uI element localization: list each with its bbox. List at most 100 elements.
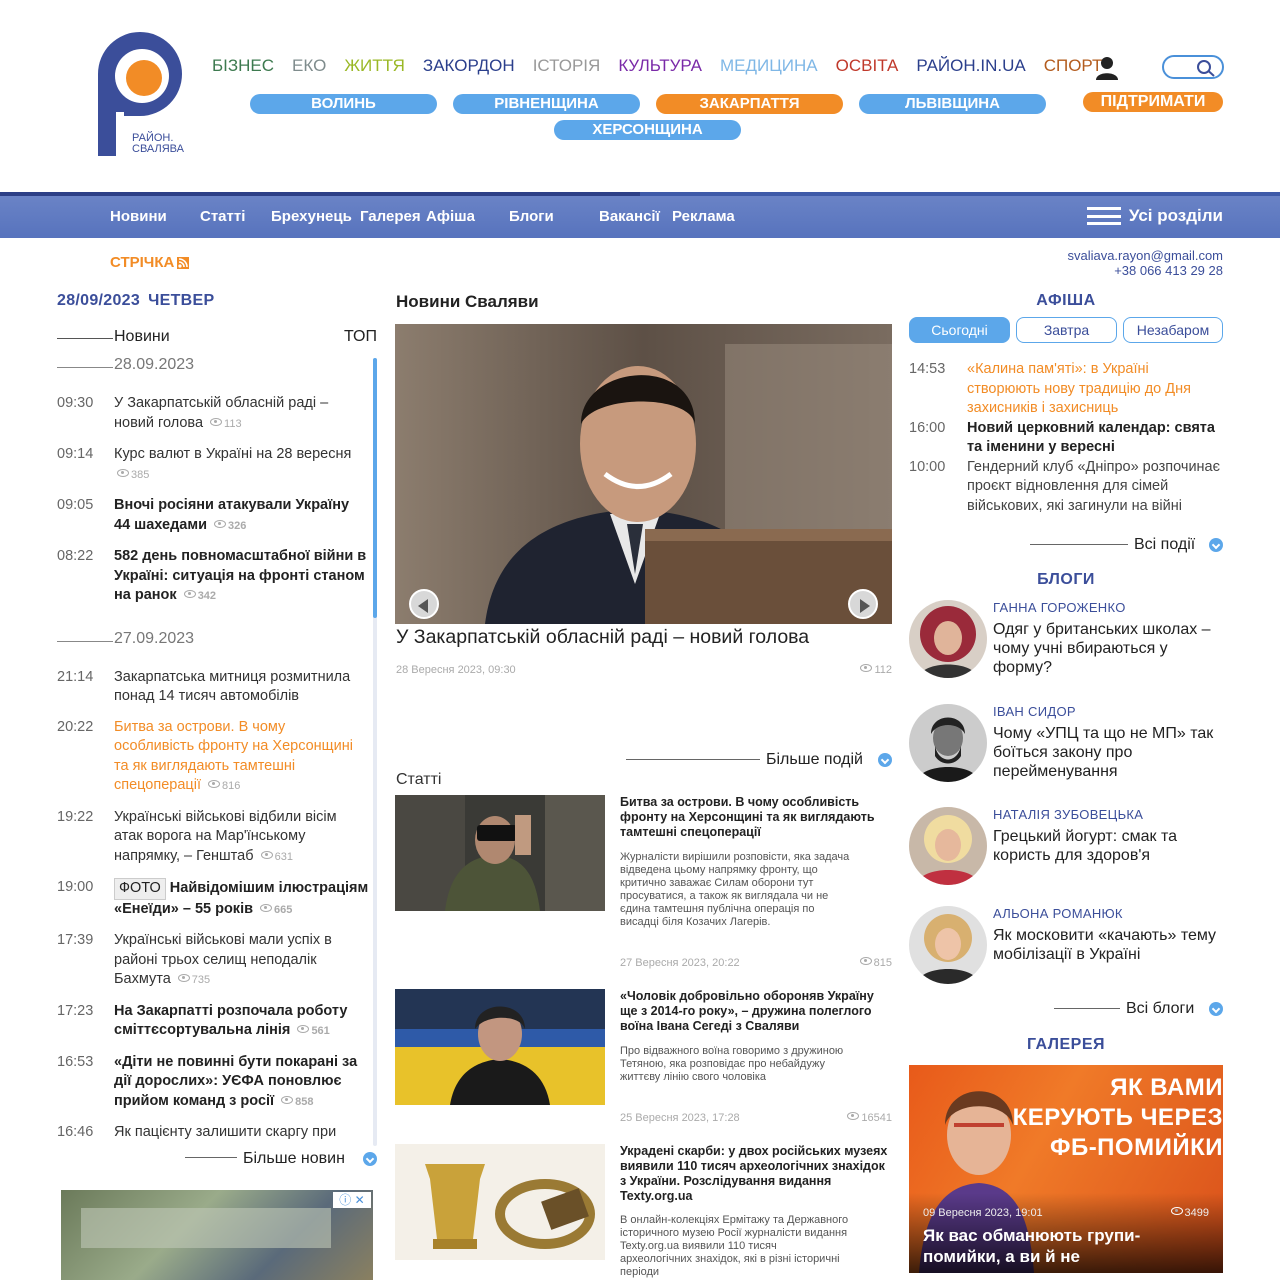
hero-headline[interactable]: У Закарпатській обласній раді – новий го… [396,626,809,649]
avatar [909,807,987,885]
nav-vacancies[interactable]: Вакансії [599,208,672,225]
eye-icon [208,780,221,788]
feed-item[interactable]: 09:05 Вночі росіяни атакували Україну 44 … [57,496,369,536]
category-sport[interactable]: СПОРТ [1044,56,1103,76]
category-rayon[interactable]: РАЙОН.IN.UA [916,56,1025,76]
region-volyn[interactable]: ВОЛИНЬ [250,94,437,114]
blog-title[interactable]: Чому «УПЦ та що не МП» так боїться закон… [993,724,1223,781]
category-menu: БІЗНЕС ЕКО ЖИТТЯ ЗАКОРДОН ІСТОРІЯ КУЛЬТУ… [212,56,1102,76]
event-item[interactable]: 16:00 Новий церковний календар: свята та… [909,419,1223,458]
article-card[interactable]: «Чоловік добровільно обороняв Україну ще… [395,989,892,1129]
article-card[interactable]: Битва за острови. В чому особливість фро… [395,795,892,975]
user-icon[interactable] [1096,56,1118,80]
all-sections-button[interactable]: Усі розділи [1086,206,1223,226]
slider-prev-button[interactable] [409,589,439,619]
tab-soon[interactable]: Незабаром [1123,317,1223,343]
nav-advertising[interactable]: Реклама [672,208,752,225]
feed-item-title[interactable]: Курс валют в Україні на 28 вересня 385 [114,445,369,485]
slider-next-button[interactable] [848,589,878,619]
category-abroad[interactable]: ЗАКОРДОН [423,56,515,76]
tab-tomorrow[interactable]: Завтра [1016,317,1117,343]
feed-item[interactable]: 17:23 На Закарпатті розпочала роботу сміт… [57,1002,369,1042]
feed-item-title[interactable]: На Закарпатті розпочала роботу сміттєсор… [114,1002,369,1042]
nav-articles[interactable]: Статті [200,208,271,225]
blog-item[interactable]: НАТАЛІЯ ЗУБОВЕЦЬКА Грецький йогурт: смак… [909,807,1223,897]
more-news-link[interactable]: Більше новин [185,1150,377,1168]
feed-item-title[interactable]: Українські військові мали успіх в районі… [114,931,369,991]
support-button[interactable]: ПІДТРИМАТИ [1083,92,1223,112]
feed-item[interactable]: 09:14 Курс валют в Україні на 28 вересня … [57,445,369,485]
feed-item[interactable]: 19:22 Українські військові відбили вісім … [57,808,369,868]
nav-gallery[interactable]: Галерея [360,208,426,225]
category-medicine[interactable]: МЕДИЦИНА [720,56,818,76]
blog-title[interactable]: Грецький йогурт: смак та користь для здо… [993,827,1223,865]
category-education[interactable]: ОСВІТА [836,56,899,76]
feed-item-title[interactable]: Українські військові відбили вісім атак … [114,808,369,868]
blog-item[interactable]: АЛЬОНА РОМАНЮК Як московити «качають» те… [909,906,1223,996]
tab-top[interactable]: ТОП [344,328,377,346]
contact-email[interactable]: svaliava.rayon@gmail.com [1067,248,1223,263]
feed-item[interactable]: 16:53 «Діти не повинні бути покарані за д… [57,1053,369,1113]
gallery-caption[interactable]: Як вас обманюють групи-помийки, а ви й н… [923,1225,1213,1267]
nav-blogs[interactable]: Блоги [509,208,599,225]
blog-author[interactable]: НАТАЛІЯ ЗУБОВЕЦЬКА [993,807,1143,822]
blog-author[interactable]: ГАННА ГОРОЖЕНКО [993,600,1126,615]
blog-title[interactable]: Одяг у британських школах – чому учні вб… [993,620,1223,677]
feed-item-title[interactable]: Закарпатська митниця розмитнила понад 14… [114,668,369,707]
article-image [395,989,605,1105]
blog-author[interactable]: ІВАН СИДОР [993,704,1076,719]
more-events-link[interactable]: Більше подій [626,751,892,769]
tab-news[interactable]: Новини [114,328,170,346]
gallery-card[interactable]: ЯК ВАМИ КЕРУЮТЬ ЧЕРЕЗ ФБ-ПОМИЙКИ 09 Вере… [909,1065,1223,1273]
region-lviv[interactable]: ЛЬВІВЩИНА [859,94,1046,114]
article-title[interactable]: «Чоловік добровільно обороняв Україну ще… [620,989,892,1034]
article-title[interactable]: Битва за острови. В чому особливість фро… [620,795,892,840]
feed-item[interactable]: 19:00 ФОТО Найвідомішим ілюстраціям «Енеїд… [57,878,369,920]
chevron-down-icon [878,753,892,767]
advertisement-banner[interactable]: ⓘ ✕ [61,1190,373,1280]
region-zakarpattia[interactable]: ЗАКАРПАТТЯ [656,94,843,114]
region-kherson[interactable]: ХЕРСОНЩИНА [554,120,741,140]
blog-item[interactable]: ІВАН СИДОР Чому «УПЦ та що не МП» так бо… [909,704,1223,794]
feed-item[interactable]: 21:14 Закарпатська митниця розмитнила пон… [57,668,369,707]
category-history[interactable]: ІСТОРІЯ [533,56,601,76]
feed-item-title[interactable]: Як пацієнту залишити скаргу при [114,1123,369,1143]
feed-item-title[interactable]: Вночі росіяни атакували Україну 44 шахед… [114,496,369,536]
feed-item-title[interactable]: Битва за острови. В чому особливість фро… [114,718,369,797]
tab-today[interactable]: Сьогодні [909,317,1010,343]
feed-scrollbar[interactable] [373,358,377,1146]
view-count: 631 [260,850,293,863]
feed-item-title[interactable]: 582 день повномасштабної війни в Україні… [114,547,369,607]
category-culture[interactable]: КУЛЬТУРА [618,56,702,76]
blog-item[interactable]: ГАННА ГОРОЖЕНКО Одяг у британських школа… [909,600,1223,690]
article-card[interactable]: Украдені скарби: у двох російських музея… [395,1144,892,1280]
category-eco[interactable]: ЕКО [292,56,326,76]
all-blogs-link[interactable]: Всі блоги [1054,1000,1223,1018]
hero-image[interactable] [395,324,892,624]
nav-brekhunets[interactable]: Брехунець [271,208,360,225]
feed-label[interactable]: СТРІЧКА [110,254,190,271]
nav-afisha[interactable]: Афіша [426,208,509,225]
event-item[interactable]: 10:00 Гендерний клуб «Дніпро» розпочинає… [909,458,1223,517]
all-events-link[interactable]: Всі події [1030,536,1223,554]
category-life[interactable]: ЖИТТЯ [344,56,405,76]
article-title[interactable]: Украдені скарби: у двох російських музея… [620,1144,892,1204]
blog-title[interactable]: Як московити «качають» тему мобілізації … [993,926,1223,964]
region-rivne[interactable]: РІВНЕНЩИНА [453,94,640,114]
search-button[interactable] [1162,55,1224,79]
blog-author[interactable]: АЛЬОНА РОМАНЮК [993,906,1123,921]
feed-item-title[interactable]: ФОТО Найвідомішим ілюстраціям «Енеїди» – … [114,878,369,920]
view-count: 665 [260,903,292,916]
contact-phone[interactable]: +38 066 413 29 28 [1067,263,1223,278]
feed-item-title[interactable]: У Закарпатській обласній раді – новий го… [114,394,369,434]
event-item[interactable]: 14:53 «Калина пам'яті»: в Україні створю… [909,360,1223,419]
feed-item[interactable]: 16:46 Як пацієнту залишити скаргу при [57,1123,369,1143]
feed-item[interactable]: 08:22 582 день повномасштабної війни в Ук… [57,547,369,607]
feed-item[interactable]: 09:30 У Закарпатській обласній раді – нов… [57,394,369,434]
category-business[interactable]: БІЗНЕС [212,56,274,76]
feed-item-title[interactable]: «Діти не повинні бути покарані за дії до… [114,1053,369,1113]
feed-item[interactable]: 20:22 Битва за острови. В чому особливіст… [57,718,369,797]
ad-close-icon[interactable]: ⓘ ✕ [333,1192,371,1208]
nav-news[interactable]: Новини [110,208,200,225]
feed-item[interactable]: 17:39 Українські військові мали успіх в р… [57,931,369,991]
